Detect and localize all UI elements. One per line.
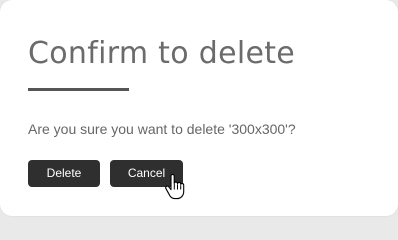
confirm-delete-dialog: Confirm to delete Are you sure you want …	[0, 0, 398, 216]
dialog-title: Confirm to delete	[28, 36, 296, 71]
cancel-button[interactable]: Cancel	[110, 160, 183, 187]
delete-button[interactable]: Delete	[28, 160, 100, 187]
dialog-message: Are you sure you want to delete '300x300…	[28, 121, 296, 137]
title-underline	[28, 88, 129, 91]
